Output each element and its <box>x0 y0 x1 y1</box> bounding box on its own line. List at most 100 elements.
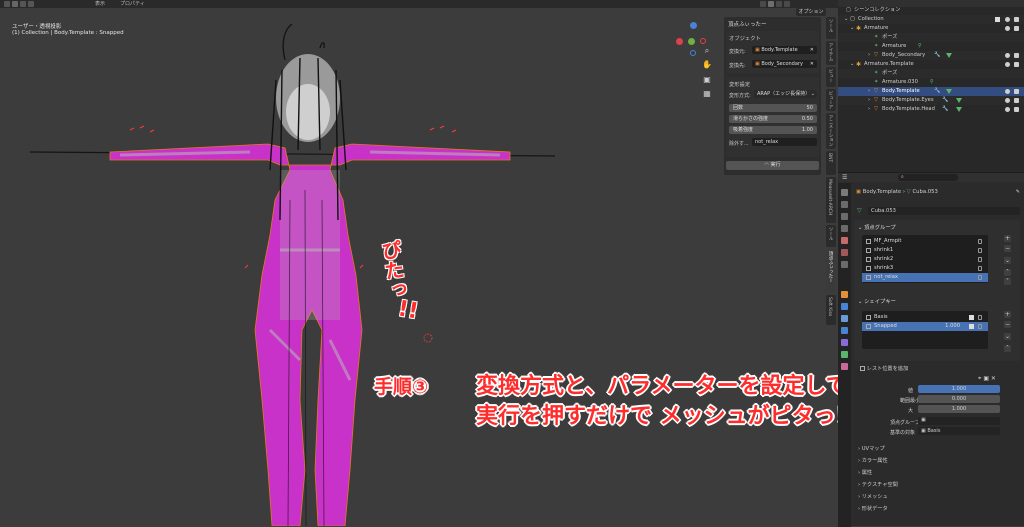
eye-icon[interactable] <box>1005 107 1010 112</box>
eye-icon[interactable] <box>1005 98 1010 103</box>
section-attributes[interactable]: › 属性 <box>858 469 872 476</box>
list-item-selected[interactable]: Snapped 1.000 <box>862 322 988 331</box>
tab-soft-kiss[interactable]: Soft Kiss <box>826 295 836 325</box>
outliner-row-body-template-eyes[interactable]: › ▽ Body.Template.Eyes 🔧 <box>838 96 1024 105</box>
eye-icon[interactable] <box>1005 53 1010 58</box>
outliner-row-armature[interactable]: ⌄ ✱ Armature <box>838 24 1024 33</box>
max-field[interactable]: 1.000 <box>918 405 1000 413</box>
list-item[interactable]: shrink3 <box>862 264 988 273</box>
tab-tool2[interactable]: ツール <box>826 225 836 247</box>
breadcrumb-mesh[interactable]: Cuba.053 <box>912 189 937 195</box>
checkbox-icon[interactable] <box>995 17 1000 22</box>
outliner-row-body-secondary[interactable]: › ▽ Body_Secondary 🔧 <box>838 51 1024 60</box>
world-tab-icon[interactable] <box>841 249 848 256</box>
camera-icon[interactable] <box>1014 107 1019 112</box>
outliner-row-armature-data[interactable]: ✶ Armature ⚲ <box>838 42 1024 51</box>
relative-key-field[interactable]: ▣ Basis <box>918 427 1000 435</box>
list-item[interactable]: MF_Armpit <box>862 237 988 246</box>
section-uv-maps[interactable]: › UVマップ <box>858 445 885 452</box>
tool-tab-icon[interactable] <box>841 189 848 196</box>
outliner-row-pose-2[interactable]: ✶ ポーズ <box>838 69 1024 78</box>
outliner-row-armature-template[interactable]: ⌄ ✱ Armature.Template <box>838 60 1024 69</box>
outliner-row-armature-030[interactable]: ✶ Armature.030 ⚲ <box>838 78 1024 87</box>
shapekey-specials-icon[interactable]: ⌄ <box>1004 333 1011 340</box>
particles-tab-icon[interactable] <box>841 315 848 322</box>
smooth-field[interactable]: 滑らかさの強度 0.50 <box>729 115 817 123</box>
tab-item[interactable]: アイテム <box>826 41 836 65</box>
lock-icon[interactable] <box>978 275 982 280</box>
lock-icon[interactable] <box>978 257 982 262</box>
tab-animation[interactable]: アニメーション <box>826 113 836 149</box>
list-item[interactable]: shrink1 <box>862 246 988 255</box>
eye-icon[interactable] <box>1005 17 1010 22</box>
move-down-icon[interactable]: ˅ <box>1004 278 1011 285</box>
move-up-icon[interactable]: ˄ <box>1004 269 1011 276</box>
checkbox-icon[interactable] <box>969 324 974 329</box>
shapekey-value[interactable]: 1.000 <box>945 322 960 331</box>
remove-shapekey-button[interactable]: − <box>1004 321 1011 328</box>
section-shape-data[interactable]: › 形状データ <box>858 505 888 512</box>
tab-view[interactable]: ビュー <box>826 67 836 87</box>
outliner-row-collection[interactable]: ⌄ ▢ Collection <box>838 15 1024 24</box>
output-tab-icon[interactable] <box>841 213 848 220</box>
close-icon[interactable]: ✕ <box>991 375 996 382</box>
panel-title[interactable]: 頂点ふぃったー <box>728 20 767 28</box>
mesh-data-tab-icon[interactable] <box>841 351 848 358</box>
iterations-field[interactable]: 回数 50 <box>729 104 817 112</box>
add-vgroup-button[interactable]: + <box>1004 235 1011 242</box>
lock-icon[interactable] <box>978 248 982 253</box>
remove-vgroup-button[interactable]: − <box>1004 245 1011 252</box>
material-tab-icon[interactable] <box>841 363 848 370</box>
camera-icon[interactable] <box>1014 17 1019 22</box>
lock-icon[interactable] <box>978 315 982 320</box>
mesh-name-field[interactable]: Cuba.053 <box>868 207 1020 215</box>
lock-icon[interactable] <box>978 324 982 329</box>
physics-tab-icon[interactable] <box>841 327 848 334</box>
camera-icon[interactable] <box>1014 26 1019 31</box>
object-tab-icon[interactable] <box>841 291 848 298</box>
eye-icon[interactable] <box>1005 26 1010 31</box>
outliner-row-body-template[interactable]: › ▽ Body.Template 🔧 <box>838 87 1024 96</box>
vgroup-field[interactable]: ▣ <box>918 417 1000 425</box>
exclude-group-field[interactable]: not_relax <box>752 138 817 146</box>
camera-icon[interactable] <box>1014 62 1019 67</box>
tab-viewer[interactable]: ビューア <box>826 89 836 111</box>
add-shapekey-button[interactable]: + <box>1004 311 1011 318</box>
list-item-selected[interactable]: not_relax <box>862 273 988 282</box>
checkbox-icon[interactable] <box>969 315 974 320</box>
pin-icon[interactable]: ✎ <box>1016 189 1020 195</box>
value-field[interactable]: 1.000 <box>918 385 1000 393</box>
render-tab-icon[interactable] <box>841 201 848 208</box>
relative-checkbox-row[interactable]: レスト位置を追加 <box>860 365 908 372</box>
camera-icon[interactable] <box>1014 89 1019 94</box>
camera-icon[interactable] <box>1014 98 1019 103</box>
edit-mode-icon[interactable]: ▣ <box>983 375 989 382</box>
dest-object-field[interactable]: ▣ Body_Secondary ✕ <box>752 60 817 68</box>
section-remesh[interactable]: › リメッシュ <box>858 493 888 500</box>
pin-icon[interactable]: ⌖ <box>978 375 981 382</box>
tab-measureit[interactable]: MeasureIt-ARCH <box>826 177 836 223</box>
vgroup-specials-icon[interactable]: ⌄ <box>1004 257 1011 264</box>
lock-icon[interactable] <box>978 266 982 271</box>
outliner-row-body-template-head[interactable]: › ▽ Body.Template.Head 🔧 <box>838 105 1024 114</box>
min-field[interactable]: 0.000 <box>918 395 1000 403</box>
eye-icon[interactable] <box>1005 89 1010 94</box>
scene-tab-icon[interactable] <box>841 237 848 244</box>
tab-bnt[interactable]: BNT <box>826 151 836 175</box>
modifier-tab-icon[interactable] <box>841 303 848 310</box>
scene-collection-row[interactable]: ▢ シーンコレクション <box>838 6 1024 15</box>
constraints-tab-icon[interactable] <box>841 339 848 346</box>
tab-tool[interactable]: ツール <box>826 17 836 39</box>
properties-search[interactable]: ⌕ <box>898 174 958 181</box>
editor-type-icon[interactable]: ☰ <box>842 174 847 181</box>
character-mesh[interactable] <box>0 0 838 526</box>
3d-viewport[interactable]: 表示 プロパティ ユーザー・透視投影 (1) Collection | Body… <box>0 0 838 526</box>
lock-icon[interactable] <box>978 239 982 244</box>
eye-icon[interactable] <box>1005 62 1010 67</box>
list-item[interactable]: Basis <box>862 313 988 322</box>
outliner-row-pose[interactable]: ✶ ポーズ <box>838 33 1024 42</box>
tab-vertex-fitter[interactable]: 頂点ふぃったー <box>826 249 836 293</box>
list-item[interactable]: shrink2 <box>862 255 988 264</box>
vertex-groups-header[interactable]: ⌄ 頂点グループ <box>858 223 896 231</box>
method-dropdown[interactable]: ARAP（エッジ長保持） ⌄ <box>754 90 817 98</box>
